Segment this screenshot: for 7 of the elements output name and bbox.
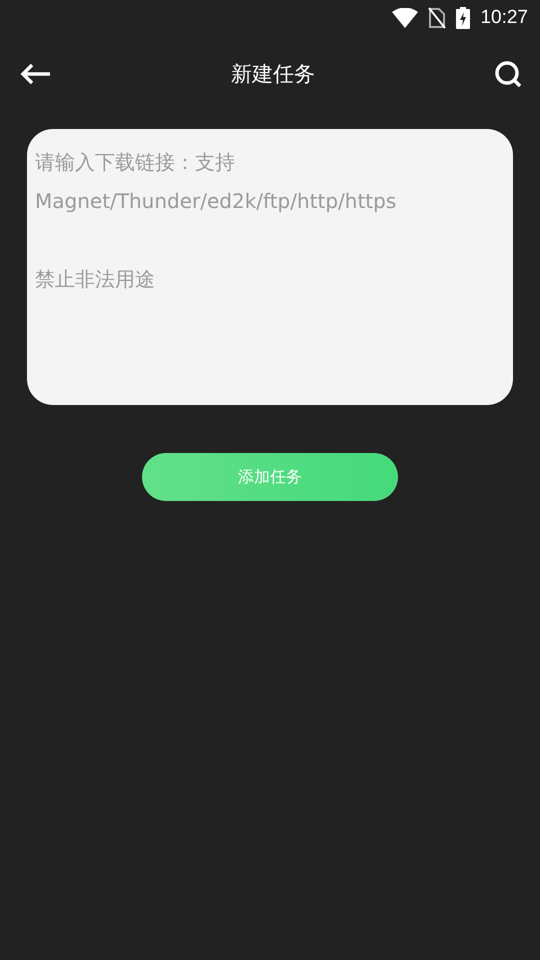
no-sim-icon bbox=[428, 7, 446, 29]
add-task-button[interactable]: 添加任务 bbox=[142, 453, 398, 501]
wifi-icon bbox=[392, 8, 418, 28]
link-input-field[interactable]: 请输入下载链接：支持 Magnet/Thunder/ed2k/ftp/http/https 禁止非法用途 bbox=[27, 129, 513, 405]
status-time: 10:27 bbox=[480, 7, 528, 29]
page-title: 新建任务 bbox=[231, 61, 315, 88]
battery-charging-icon bbox=[456, 7, 470, 29]
